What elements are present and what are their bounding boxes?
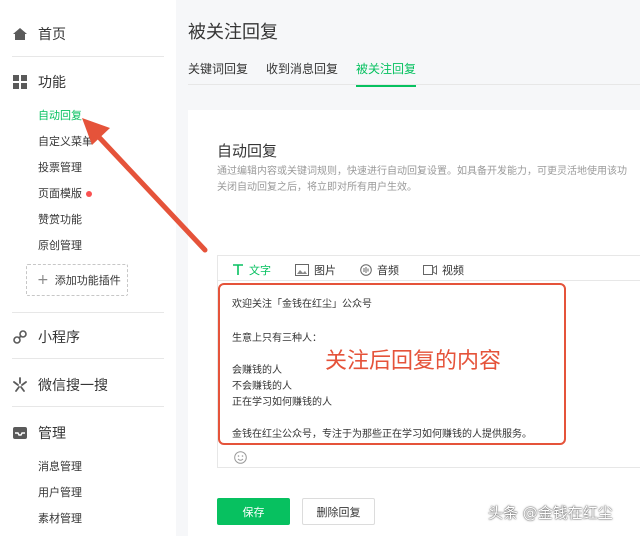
annotation-arrow bbox=[82, 118, 208, 253]
watermark: 头条 @金钱在红尘 bbox=[488, 504, 613, 522]
